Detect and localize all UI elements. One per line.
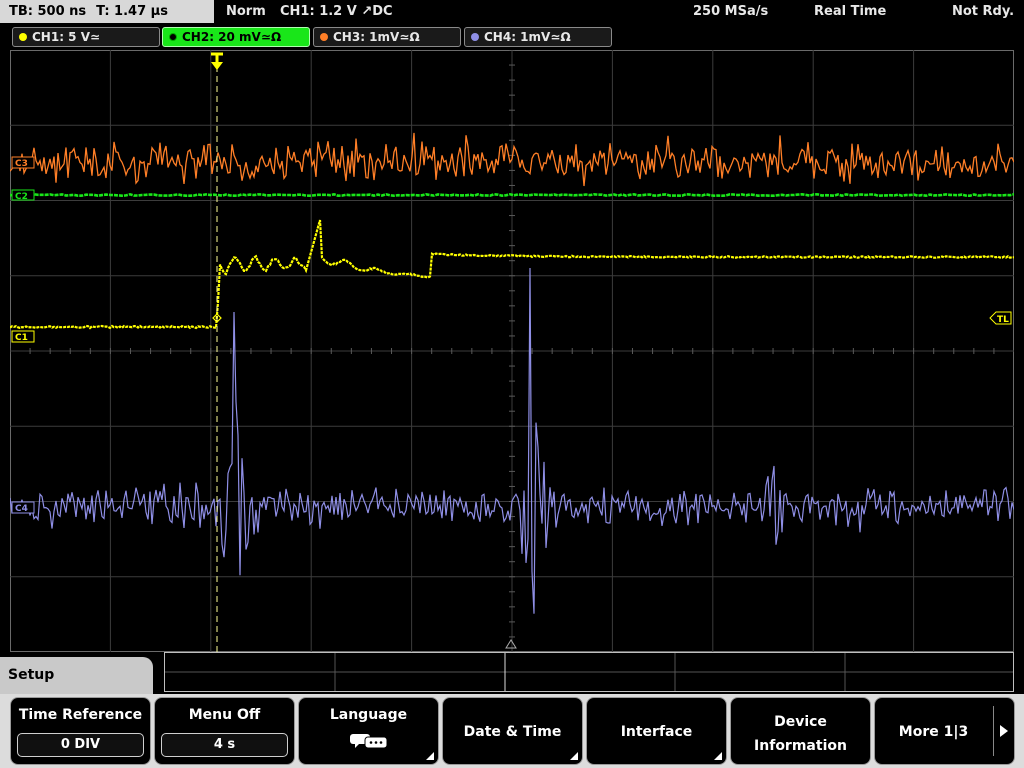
channel-tab-ch3[interactable]: CH3: 1mV≃Ω (313, 27, 461, 47)
svg-text:C4: C4 (15, 504, 28, 514)
channel-tab-ch1[interactable]: CH1: 5 V≃ (12, 27, 160, 47)
time-reference-label: Time Reference (18, 707, 143, 723)
ch2-color-dot (169, 33, 177, 41)
waveform-display[interactable]: C3 C2 C1 C4 TL (10, 50, 1014, 652)
acquisition-mode: Real Time (814, 4, 887, 19)
trigger-time-value: T: 1.47 µs (96, 4, 168, 19)
language-button[interactable]: Language (298, 697, 439, 765)
device-info-label-line2: Information (754, 738, 847, 754)
language-label: Language (329, 707, 408, 723)
interface-button[interactable]: Interface (586, 697, 727, 765)
menu-off-value[interactable]: 4 s (161, 733, 288, 757)
device-info-label-line1: Device (774, 714, 827, 730)
speech-bubbles-icon (349, 734, 387, 749)
overview-grid (165, 653, 1013, 691)
timebase-value: TB: 500 ns (9, 4, 87, 19)
interface-label: Interface (620, 724, 693, 740)
trigger-source[interactable]: CH1: 1.2 V ↗DC (280, 0, 393, 23)
ch3-color-dot (320, 33, 328, 41)
channel-tab-ch4[interactable]: CH4: 1mV≃Ω (464, 27, 612, 47)
submenu-corner-icon (714, 752, 722, 760)
ch4-label: CH4: 1mV≃Ω (484, 30, 571, 44)
channel-tab-ch2[interactable]: CH2: 20 mV≃Ω (162, 27, 310, 47)
ch3-label: CH3: 1mV≃Ω (333, 30, 420, 44)
svg-text:C1: C1 (15, 333, 28, 343)
ch2-offset-marker[interactable]: C2 (11, 189, 35, 202)
menu-off-button[interactable]: Menu Off 4 s (154, 697, 295, 765)
device-information-button[interactable]: Device Information (730, 697, 871, 765)
trigger-mode[interactable]: Norm (226, 0, 266, 23)
svg-text:TL: TL (997, 315, 1009, 325)
svg-text:C2: C2 (15, 192, 28, 202)
ch1-offset-marker[interactable]: C1 (11, 330, 35, 343)
date-time-label: Date & Time (463, 724, 562, 740)
menu-off-label: Menu Off (188, 707, 261, 723)
more-separator (993, 706, 994, 756)
waveform-grid: C3 C2 C1 C4 TL (10, 50, 1014, 652)
channel-bar: CH1: 5 V≃ CH2: 20 mV≃Ω CH3: 1mV≃Ω CH4: 1… (0, 26, 1024, 48)
next-page-icon (1000, 725, 1008, 737)
more-button[interactable]: More 1|3 (874, 697, 1015, 765)
ch4-color-dot (471, 33, 479, 41)
submenu-corner-icon (570, 752, 578, 760)
ch3-offset-marker[interactable]: C3 (11, 156, 35, 169)
status-bar: TB: 500 ns T: 1.47 µs Norm CH1: 1.2 V ↗DC… (0, 0, 1024, 24)
ch4-offset-marker[interactable]: C4 (11, 501, 35, 514)
svg-text:C3: C3 (15, 159, 28, 169)
menu-title: Setup (0, 657, 153, 697)
sample-rate: 250 MSa/s (693, 4, 769, 19)
ch1-label: CH1: 5 V≃ (32, 30, 101, 44)
submenu-corner-icon (426, 752, 434, 760)
timebase-box[interactable]: TB: 500 ns T: 1.47 µs (0, 0, 214, 23)
softkey-menu: Time Reference 0 DIV Menu Off 4 s Langua… (0, 694, 1024, 768)
more-label: More 1|3 (898, 724, 969, 740)
time-reference-button[interactable]: Time Reference 0 DIV (10, 697, 151, 765)
date-time-button[interactable]: Date & Time (442, 697, 583, 765)
acquisition-status: Not Rdy. (952, 4, 1015, 19)
overview-strip[interactable] (164, 652, 1014, 692)
time-reference-value[interactable]: 0 DIV (17, 733, 144, 757)
ch1-color-dot (19, 33, 27, 41)
ch2-label: CH2: 20 mV≃Ω (182, 30, 282, 44)
